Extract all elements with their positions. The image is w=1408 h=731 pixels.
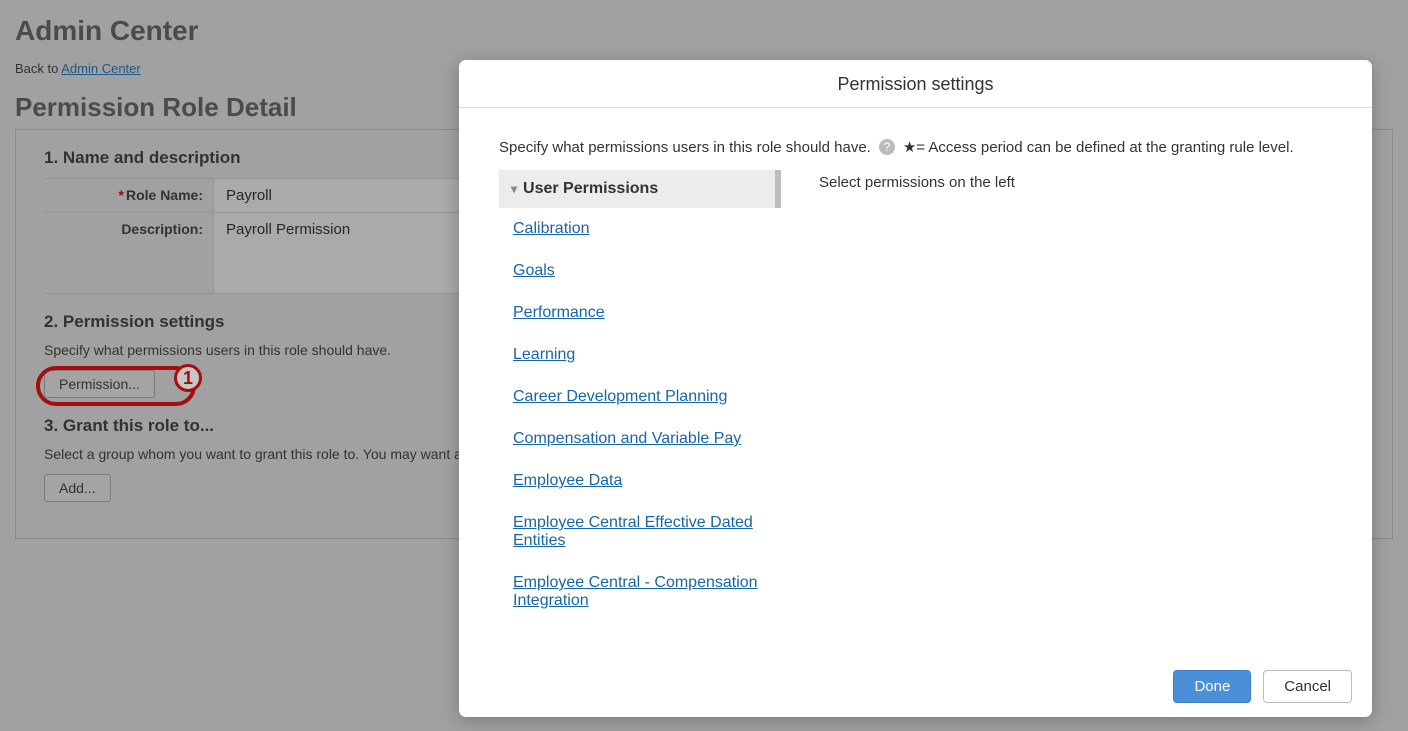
tree-item-ec-comp-integration[interactable]: Employee Central - Compensation Integrat…: [499, 562, 781, 622]
tree-header-label: User Permissions: [523, 180, 658, 198]
cancel-button[interactable]: Cancel: [1263, 670, 1352, 703]
tree-item-calibration[interactable]: Calibration: [499, 208, 781, 250]
dialog-footer: Done Cancel: [459, 656, 1372, 717]
tree-item-career-development[interactable]: Career Development Planning: [499, 376, 781, 418]
dialog-title: Permission settings: [459, 60, 1372, 108]
permission-tree[interactable]: ▾ User Permissions Calibration Goals Per…: [499, 170, 791, 656]
dialog-instruction-b: ★= Access period can be defined at the g…: [903, 138, 1294, 156]
tree-header-user-permissions[interactable]: ▾ User Permissions: [499, 170, 781, 208]
tree-item-performance[interactable]: Performance: [499, 292, 781, 334]
tree-item-learning[interactable]: Learning: [499, 334, 781, 376]
tree-item-goals[interactable]: Goals: [499, 250, 781, 292]
help-icon[interactable]: ?: [879, 139, 895, 155]
permission-settings-dialog: Permission settings Specify what permiss…: [459, 60, 1372, 717]
tree-item-compensation[interactable]: Compensation and Variable Pay: [499, 418, 781, 460]
dialog-instruction-a: Specify what permissions users in this r…: [499, 139, 871, 156]
done-button[interactable]: Done: [1173, 670, 1251, 703]
tree-item-employee-data[interactable]: Employee Data: [499, 460, 781, 502]
tree-item-ec-effective-dated[interactable]: Employee Central Effective Dated Entitie…: [499, 502, 781, 562]
permission-detail-pane: Select permissions on the left: [791, 170, 1332, 656]
chevron-down-icon: ▾: [511, 182, 517, 196]
dialog-instruction: Specify what permissions users in this r…: [459, 108, 1372, 170]
